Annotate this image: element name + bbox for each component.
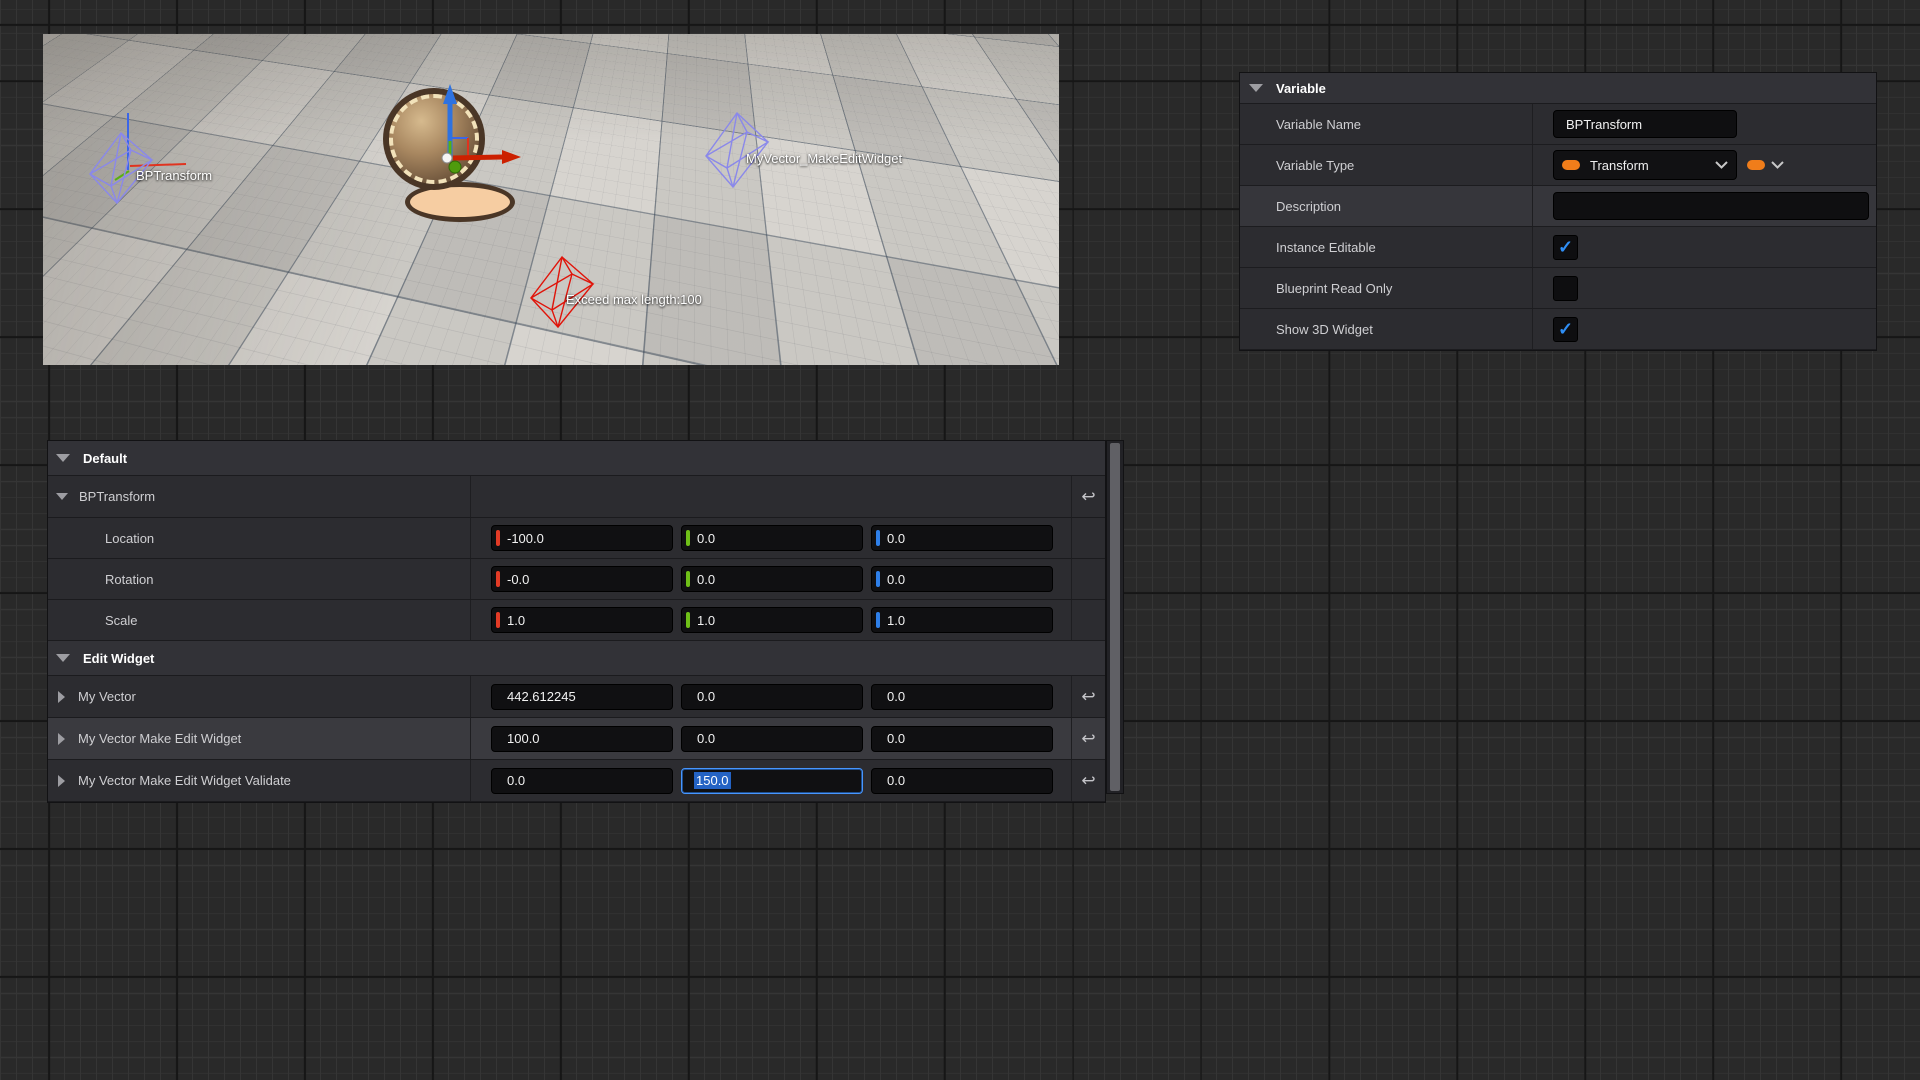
scrollbar-thumb[interactable] [1110,443,1120,791]
collapse-arrow-icon [1249,84,1263,92]
reset-to-default-button[interactable] [1081,772,1095,789]
blueprint-read-only-row: Blueprint Read Only [1240,268,1876,309]
location-row: Location -100.0 0.0 0.0 [48,518,1105,559]
mvmew-z-input[interactable]: 0.0 [871,726,1053,752]
label-exceed-max-length: Exceed max length:100 [566,292,702,307]
myvector-wireframe-octahedron[interactable] [706,113,768,187]
collapse-arrow-icon [56,454,70,462]
variable-name-row: Variable Name BPTransform [1240,104,1876,145]
variable-name-input[interactable]: BPTransform [1553,110,1737,138]
show-3d-widget-row: Show 3D Widget [1240,309,1876,350]
default-category-title: Default [83,451,127,466]
chevron-down-icon [1715,161,1728,169]
instance-editable-checkbox[interactable] [1553,235,1578,260]
show-3d-widget-checkbox[interactable] [1553,317,1578,342]
edit-widget-category-title: Edit Widget [83,651,154,666]
blueprint-read-only-checkbox[interactable] [1553,276,1578,301]
location-z-input[interactable]: 0.0 [871,525,1053,551]
transform-pin-icon [1562,160,1580,170]
variable-type-dropdown[interactable]: Transform [1553,150,1737,180]
my-vector-z-input[interactable]: 0.0 [871,684,1053,710]
z-axis-bar-icon [876,612,880,628]
rotation-x-input[interactable]: -0.0 [491,566,673,592]
transform-pin-icon [1747,160,1765,170]
variable-name-value: BPTransform [1566,117,1642,132]
y-axis-bar-icon [686,612,690,628]
location-y-input[interactable]: 0.0 [681,525,863,551]
my-vector-make-edit-widget-validate-row: My Vector Make Edit Widget Validate 0.0 … [48,760,1105,802]
expand-arrow-icon[interactable] [58,775,65,787]
mvmew-validate-y-input-selected[interactable]: 150.0 [681,768,863,794]
variable-panel: Variable Variable Name BPTransform Varia… [1240,73,1876,350]
my-vector-row: My Vector 442.612245 0.0 0.0 [48,676,1105,718]
z-axis-bar-icon [876,571,880,587]
variable-type-value: Transform [1590,158,1715,173]
location-label: Location [48,518,471,558]
my-vector-label: My Vector [78,689,136,704]
my-vector-y-input[interactable]: 0.0 [681,684,863,710]
scale-x-input[interactable]: 1.0 [491,607,673,633]
mvmew-x-input[interactable]: 100.0 [491,726,673,752]
y-axis-bar-icon [686,571,690,587]
blueprint-read-only-label: Blueprint Read Only [1240,268,1533,308]
scale-label: Scale [48,600,471,640]
viewport-gizmo-layer [43,34,1059,365]
container-type-dropdown[interactable] [1747,160,1784,170]
rotation-z-input[interactable]: 0.0 [871,566,1053,592]
z-axis-bar-icon [876,530,880,546]
scale-z-input[interactable]: 1.0 [871,607,1053,633]
rotation-row: Rotation -0.0 0.0 0.0 [48,559,1105,600]
mvmew-validate-x-input[interactable]: 0.0 [491,768,673,794]
mvmew-y-input[interactable]: 0.0 [681,726,863,752]
variable-category-title: Variable [1276,81,1326,96]
x-axis-bar-icon [496,612,500,628]
expand-arrow-icon[interactable] [58,733,65,745]
label-myvector-makeeditwidget: MyVector_MakeEditWidget [746,151,902,166]
mvmew-validate-label: My Vector Make Edit Widget Validate [78,773,291,788]
rotation-label: Rotation [48,559,471,599]
my-vector-make-edit-widget-row: My Vector Make Edit Widget 100.0 0.0 0.0 [48,718,1105,760]
description-row: Description [1240,186,1876,227]
variable-name-label: Variable Name [1240,104,1533,144]
variable-type-row: Variable Type Transform [1240,145,1876,186]
description-label: Description [1240,186,1533,226]
defaults-panel: Default BPTransform Location -100.0 0.0 … [48,441,1105,802]
scale-y-input[interactable]: 1.0 [681,607,863,633]
instance-editable-row: Instance Editable [1240,227,1876,268]
edit-widget-category-header[interactable]: Edit Widget [48,641,1105,676]
chevron-down-icon [1771,161,1784,169]
x-axis-bar-icon [496,571,500,587]
reset-to-default-button[interactable] [1081,688,1095,705]
x-axis-bar-icon [496,530,500,546]
variable-type-label: Variable Type [1240,145,1533,185]
label-bptransform: BPTransform [136,168,212,183]
collapse-arrow-icon[interactable] [56,493,68,500]
expand-arrow-icon[interactable] [58,691,65,703]
instance-editable-label: Instance Editable [1240,227,1533,267]
mvmew-validate-z-input[interactable]: 0.0 [871,768,1053,794]
default-category-header[interactable]: Default [48,441,1105,476]
viewport-3d[interactable]: BPTransform MyVector_MakeEditWidget Exce… [43,34,1059,365]
scale-row: Scale 1.0 1.0 1.0 [48,600,1105,641]
variable-category-header[interactable]: Variable [1240,73,1876,104]
location-x-input[interactable]: -100.0 [491,525,673,551]
reset-to-default-button[interactable] [1081,730,1095,747]
bptransform-group-row: BPTransform [48,476,1105,518]
reset-to-default-button[interactable] [1081,488,1095,505]
y-axis-bar-icon [686,530,690,546]
show-3d-widget-label: Show 3D Widget [1240,309,1533,349]
details-scrollbar[interactable] [1107,441,1123,793]
blueprint-editor-graph[interactable]: BPTransform MyVector_MakeEditWidget Exce… [0,0,1920,1080]
translate-gizmo[interactable] [442,84,521,173]
rotation-y-input[interactable]: 0.0 [681,566,863,592]
description-input[interactable] [1553,192,1869,220]
my-vector-make-edit-widget-label: My Vector Make Edit Widget [78,731,241,746]
bptransform-group-label: BPTransform [79,489,155,504]
collapse-arrow-icon [56,654,70,662]
my-vector-x-input[interactable]: 442.612245 [491,684,673,710]
